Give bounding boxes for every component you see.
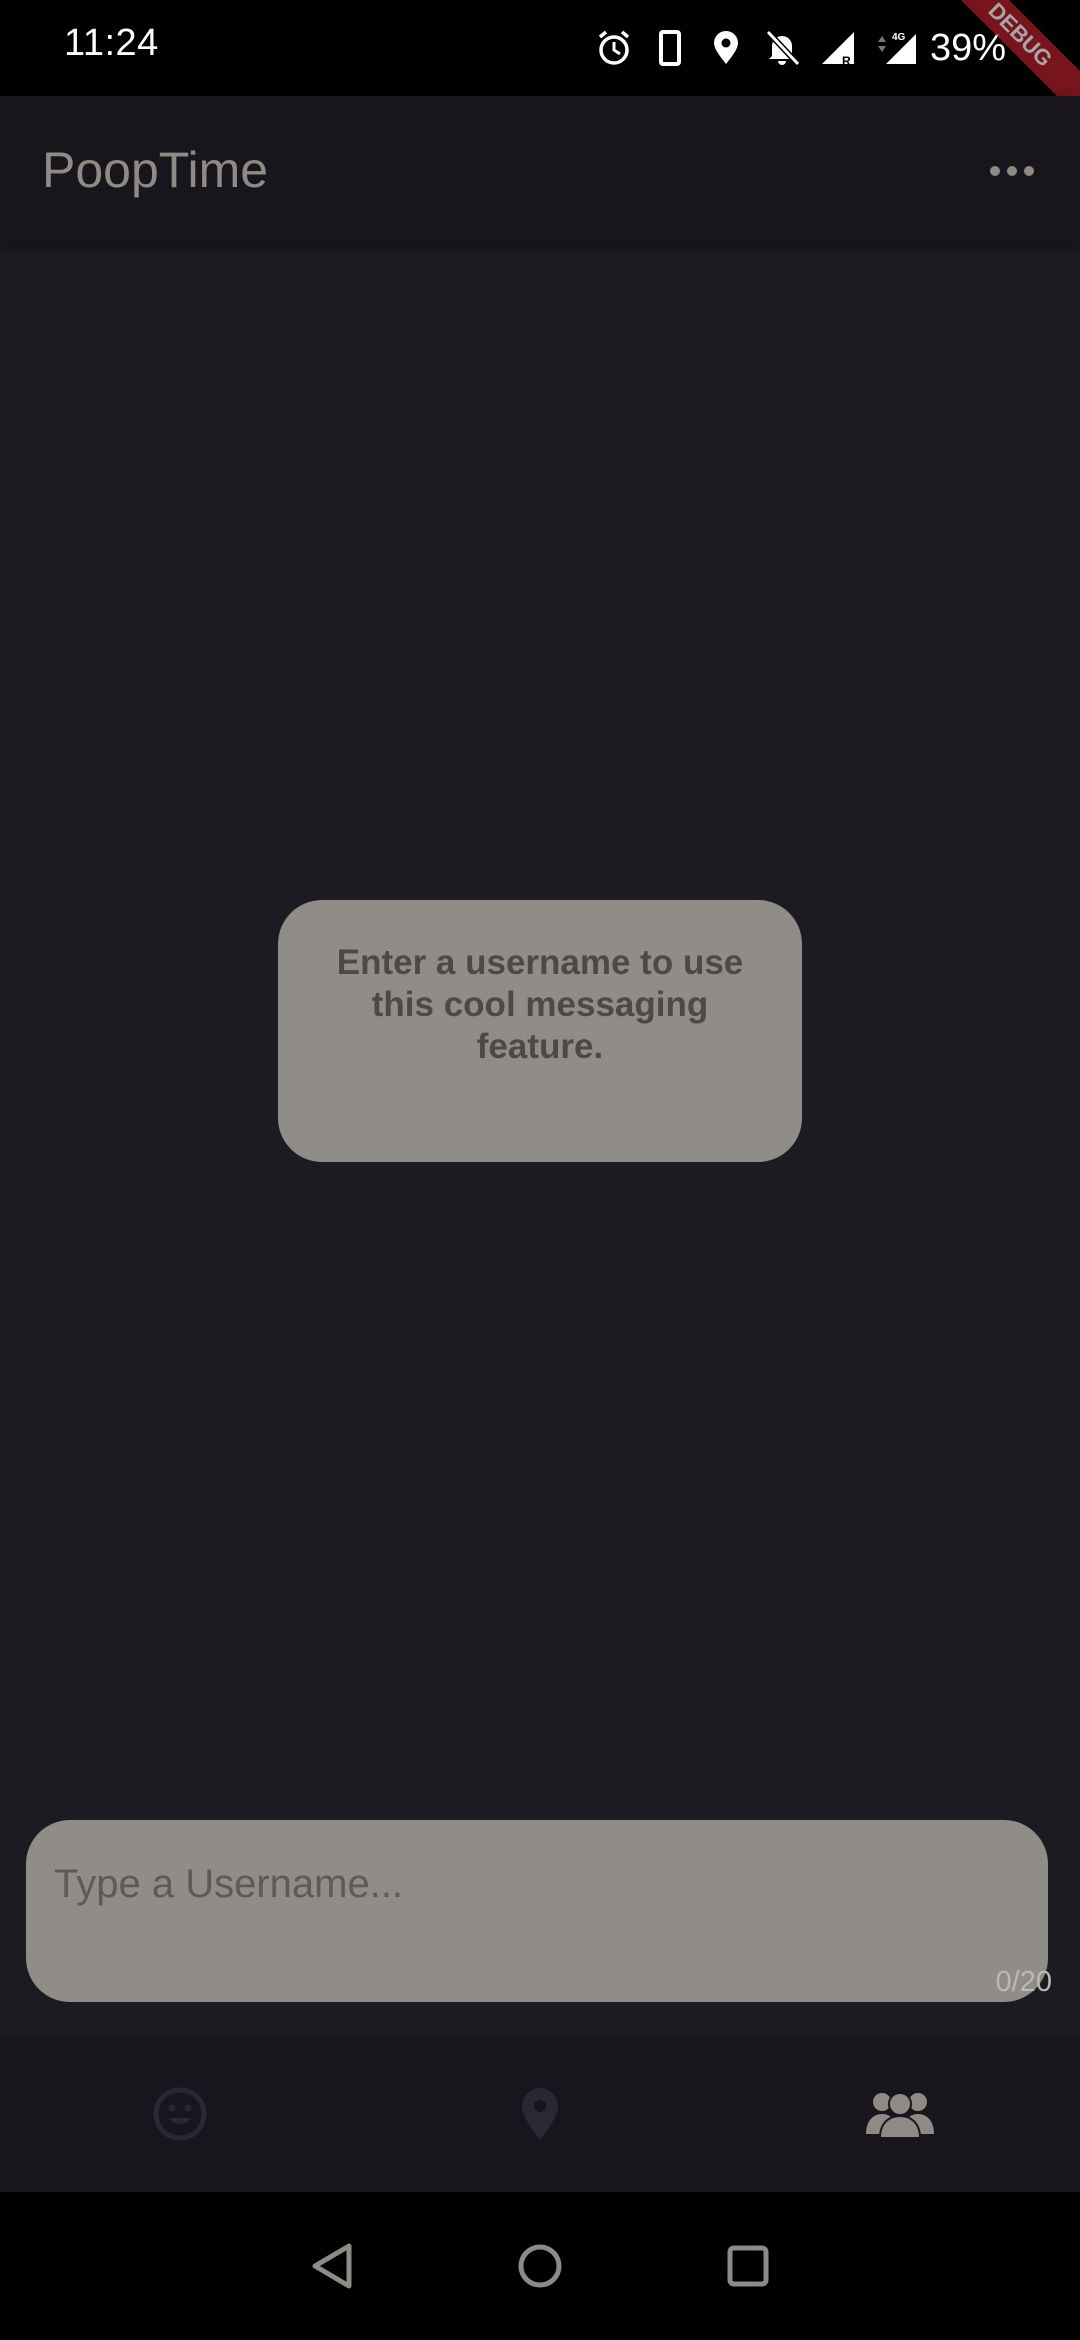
alarm-icon xyxy=(596,28,632,68)
location-pin-icon xyxy=(522,2088,558,2140)
recents-icon xyxy=(727,2245,769,2287)
smiley-icon xyxy=(153,2087,207,2141)
more-horizontal-icon xyxy=(990,166,1034,176)
recents-button[interactable] xyxy=(712,2230,784,2302)
location-icon xyxy=(708,28,744,68)
home-icon xyxy=(518,2244,562,2288)
more-options-button[interactable] xyxy=(974,136,1050,206)
svg-text:4G: 4G xyxy=(892,32,906,43)
nav-item-mood[interactable] xyxy=(0,2036,360,2192)
signal-roaming-icon: R xyxy=(820,28,856,68)
bottom-navigation xyxy=(0,2036,1080,2192)
app-title: PoopTime xyxy=(42,142,269,198)
signal-4g-icon: 4G xyxy=(876,28,916,68)
status-bar: 11:24 R 4G 39% DEBUG xyxy=(0,0,1080,139)
username-input[interactable] xyxy=(52,1848,1016,1920)
app-screen: 11:24 R 4G 39% DEBUG PoopTime Enter a us… xyxy=(0,0,1080,2340)
username-required-card: Enter a username to use this cool messag… xyxy=(278,900,802,1162)
username-field-container[interactable] xyxy=(26,1820,1048,2002)
phone-icon xyxy=(652,28,688,68)
status-time: 11:24 xyxy=(64,22,159,64)
app-bar: PoopTime xyxy=(0,96,1080,244)
nav-item-location[interactable] xyxy=(360,2036,720,2192)
users-icon xyxy=(866,2092,934,2139)
back-button[interactable] xyxy=(296,2230,368,2302)
username-required-message: Enter a username to use this cool messag… xyxy=(336,943,744,1066)
home-button[interactable] xyxy=(504,2230,576,2302)
system-navigation-bar xyxy=(0,2192,1080,2340)
bell-off-icon xyxy=(764,28,801,68)
character-counter: 0/20 xyxy=(995,1966,1052,1998)
back-icon xyxy=(312,2243,352,2289)
nav-item-chat[interactable] xyxy=(720,2036,1080,2192)
svg-text:R: R xyxy=(842,54,851,68)
